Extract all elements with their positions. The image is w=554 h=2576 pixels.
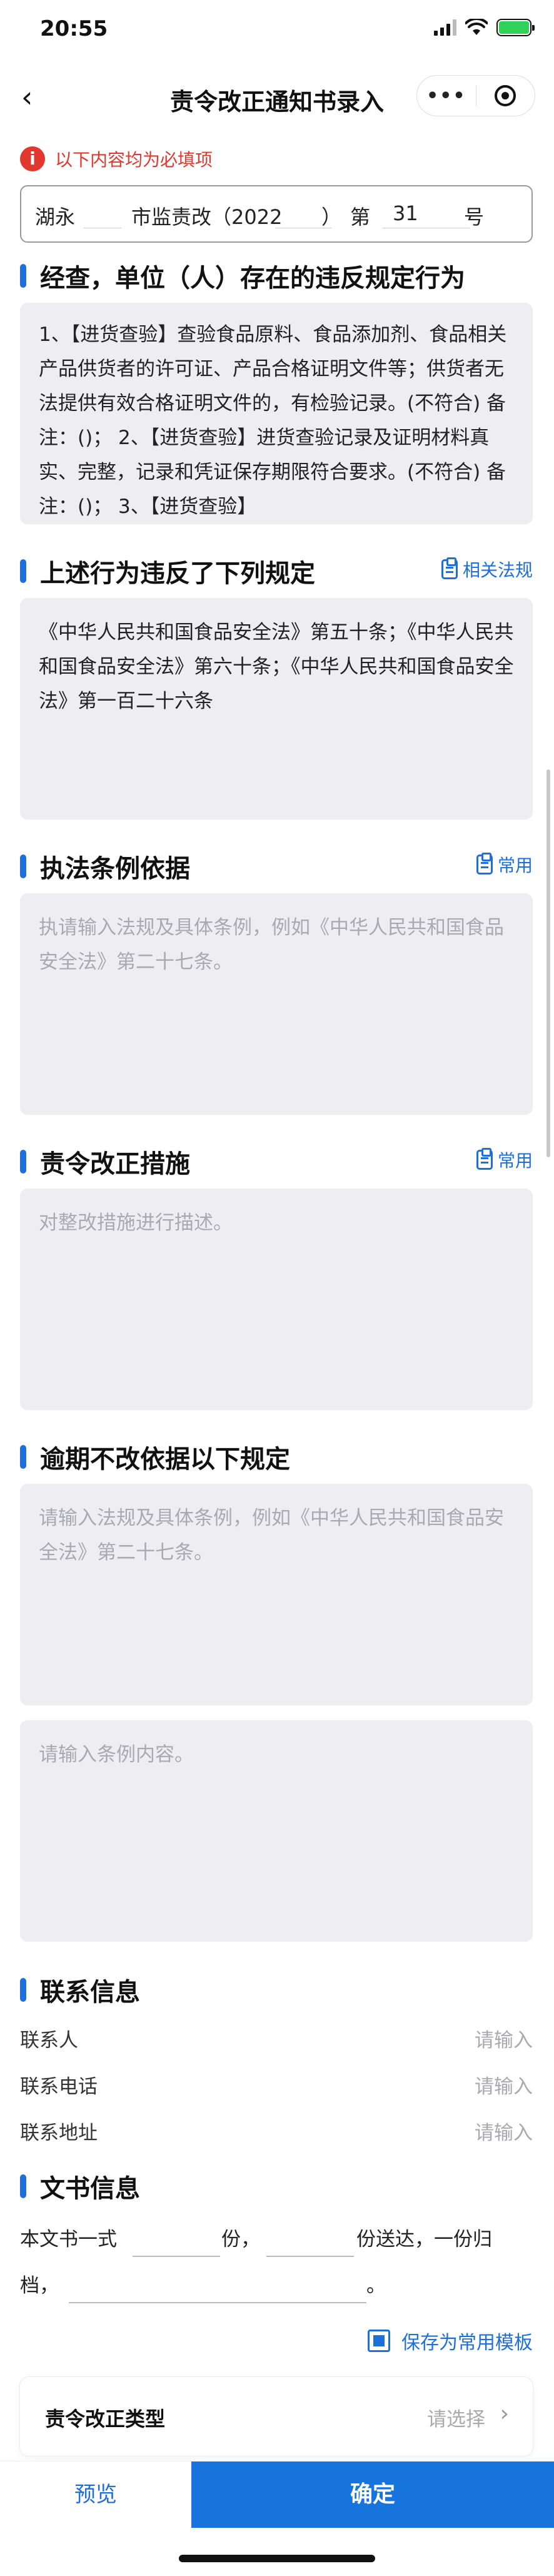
doc-number-field[interactable]: 湖永 市监责改（2022 ） 第 31 号 [20, 185, 533, 243]
basis-common-link[interactable]: 常用 [476, 852, 533, 877]
contact-phone-input[interactable]: 请输入 [475, 2071, 533, 2099]
delivered-copies-input[interactable] [266, 2256, 354, 2257]
clipboard-icon [476, 853, 493, 875]
doc-info-text-1: 本文书一式 [20, 2228, 117, 2251]
contact-person-input[interactable]: 请输入 [475, 2024, 533, 2052]
clipboard-icon [441, 557, 458, 579]
section-overdue-title: 逾期不改依据以下规定 [20, 1439, 290, 1475]
archive-input[interactable] [69, 2302, 366, 2303]
doc-number-paren: ） [321, 205, 342, 229]
regulations-textarea[interactable]: 《中华人民共和国食品安全法》第五十条；《中华人民共和国食品安全法》第六十条；《中… [20, 598, 533, 819]
chevron-right-icon: › [500, 2401, 509, 2426]
related-regulations-link[interactable]: 相关法规 [441, 557, 533, 582]
doc-number-value[interactable]: 31 [393, 201, 418, 225]
scrollbar[interactable] [546, 769, 550, 1157]
section-basis-title: 执法条例依据 [20, 848, 190, 885]
nav-bar: ‹ 责令改正通知书录入 ••• [0, 69, 554, 125]
section-docinfo-title: 文书信息 [20, 2168, 140, 2204]
correction-type-label: 责令改正类型 [45, 2407, 166, 2431]
status-time: 20:55 [40, 16, 108, 41]
contact-phone-row[interactable]: 联系电话 请输入 [20, 2064, 533, 2102]
signal-icon [434, 19, 456, 36]
wifi-icon [465, 19, 488, 35]
battery-icon [496, 19, 535, 36]
home-indicator [179, 2555, 375, 2562]
doc-number-di: 第 [350, 205, 371, 229]
save-template-label: 保存为常用模板 [401, 2332, 533, 2354]
required-tip: i 以下内容均为必填项 [20, 146, 213, 171]
copies-input[interactable] [133, 2256, 220, 2257]
correction-type-select[interactable]: 责令改正类型 请选择 › [20, 2377, 533, 2456]
preview-button[interactable]: 预览 [0, 2462, 191, 2528]
info-icon: i [20, 146, 45, 171]
doc-info-text-5: 。 [366, 2274, 386, 2297]
overdue-content-textarea[interactable]: 请输入条例内容。 [20, 1720, 533, 1942]
doc-number-hao: 号 [464, 205, 485, 229]
doc-info-text-4: 档， [20, 2274, 59, 2297]
measures-textarea[interactable]: 对整改措施进行描述。 [20, 1189, 533, 1410]
close-target-icon[interactable] [476, 85, 535, 106]
section-contact-title: 联系信息 [20, 1972, 140, 2008]
clipboard-icon [476, 1148, 493, 1170]
checkbox-checked-icon[interactable] [368, 2330, 390, 2352]
mini-program-capsule: ••• [416, 75, 535, 116]
measures-common-link[interactable]: 常用 [476, 1147, 533, 1172]
basis-textarea[interactable]: 执请输入法规及具体条例，例如《中华人民共和国食品安全法》第二十七条。 [20, 893, 533, 1115]
confirm-button[interactable]: 确定 [191, 2462, 554, 2528]
doc-number-prefix: 湖永 [35, 205, 76, 229]
section-measures-title: 责令改正措施 [20, 1143, 190, 1180]
contact-person-row[interactable]: 联系人 请输入 [20, 2018, 533, 2056]
overdue-regulation-textarea[interactable]: 请输入法规及具体条例，例如《中华人民共和国食品安全法》第二十七条。 [20, 1484, 533, 1705]
bottom-action-bar: 预览 确定 [0, 2461, 554, 2528]
section-regulations-title: 上述行为违反了下列规定 [20, 553, 315, 589]
section-violation-title: 经查，单位（人）存在的违反规定行为 [20, 258, 465, 294]
more-icon[interactable]: ••• [417, 85, 476, 107]
status-bar: 20:55 [0, 0, 554, 63]
doc-info-text-2: 份， [221, 2228, 260, 2251]
status-icons [434, 19, 535, 36]
violation-textarea[interactable]: 1、【进货查验】查验食品原料、食品添加剂、食品相关产品供货者的许可证、产品合格证… [20, 303, 533, 524]
contact-address-input[interactable]: 请输入 [475, 2117, 533, 2145]
doc-number-middle: 市监责改（2022 [131, 205, 283, 229]
correction-type-value: 请选择 [427, 2408, 485, 2431]
doc-info-text-3: 份送达，一份归 [356, 2228, 492, 2251]
required-text: 以下内容均为必填项 [55, 150, 213, 170]
save-template-toggle[interactable]: 保存为常用模板 [368, 2327, 533, 2355]
contact-address-row[interactable]: 联系地址 请输入 [20, 2111, 533, 2148]
